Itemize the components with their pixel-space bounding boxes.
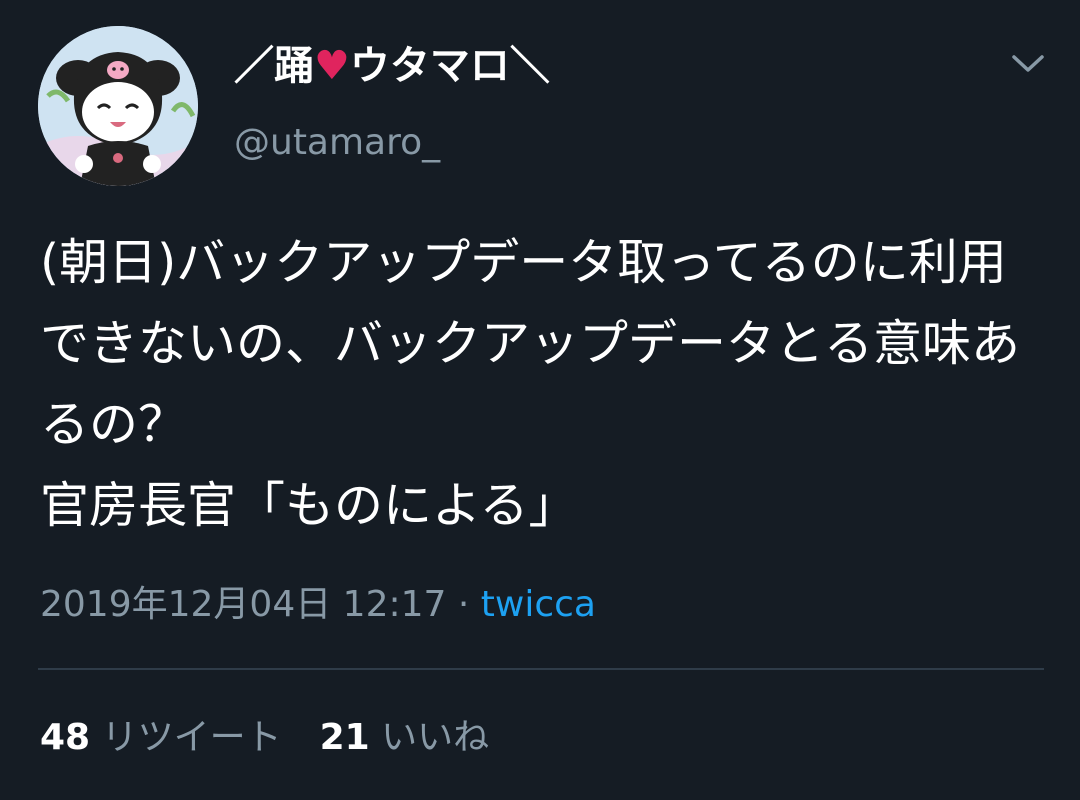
meta-separator: · xyxy=(446,584,481,625)
display-name-prefix: ／踊 xyxy=(234,43,314,89)
like-stat[interactable]: 21 いいね xyxy=(320,717,490,758)
retweet-stat[interactable]: 48 リツイート xyxy=(40,717,282,758)
user-handle[interactable]: @utamaro_ xyxy=(234,118,440,168)
tweet-stats: 48 リツイート 21 いいね xyxy=(40,713,489,763)
avatar[interactable] xyxy=(38,26,198,186)
tweet-text: (朝日)バックアップデータ取ってるのに利用できないの、バックアップデータとる意味… xyxy=(40,234,1021,534)
tweet-menu-button[interactable] xyxy=(1006,44,1050,84)
like-label: いいね xyxy=(381,717,490,758)
display-name-suffix: ウタマロ＼ xyxy=(349,43,550,89)
avatar-image xyxy=(38,26,198,186)
display-name[interactable]: ／踊♥ウタマロ＼ xyxy=(234,38,550,94)
heart-icon: ♥ xyxy=(314,43,350,89)
chevron-down-icon xyxy=(1012,55,1044,72)
tweet-meta: 2019年12月04日 12:17 · twicca xyxy=(40,580,596,630)
source-link[interactable]: twicca xyxy=(481,584,596,625)
tweet-timestamp[interactable]: 2019年12月04日 12:17 xyxy=(40,584,446,625)
retweet-label: リツイート xyxy=(101,717,282,758)
divider xyxy=(38,668,1044,670)
retweet-count: 48 xyxy=(40,717,91,758)
like-count: 21 xyxy=(319,717,370,758)
